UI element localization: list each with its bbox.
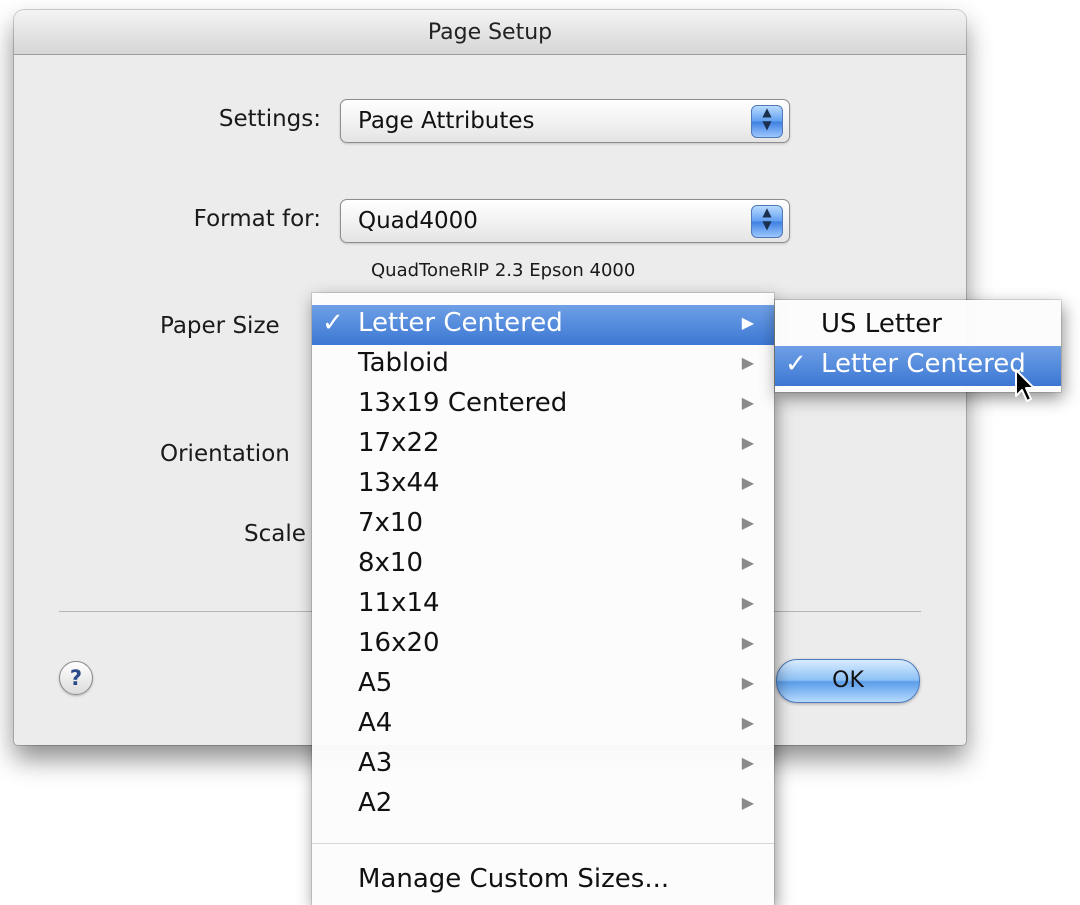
menu-item[interactable]: A4 ▶ <box>312 705 774 745</box>
menu-item[interactable]: 8x10 ▶ <box>312 545 774 585</box>
scale-label: Scale <box>244 521 306 547</box>
mouse-pointer-icon <box>1015 369 1035 402</box>
menu-item-label: 8x10 <box>358 548 424 578</box>
submenu-item-label: US Letter <box>821 309 942 339</box>
menu-item-label: Letter Centered <box>358 308 563 338</box>
menu-item[interactable]: 7x10 ▶ <box>312 505 774 545</box>
menu-item-label: A4 <box>358 708 393 738</box>
triangle-right-icon: ▶ <box>741 713 754 732</box>
menu-item[interactable]: 11x14 ▶ <box>312 585 774 625</box>
triangle-right-icon: ▶ <box>741 433 754 452</box>
paper-size-label: Paper Size <box>160 313 280 339</box>
menu-item[interactable]: ✓ Letter Centered ▶ <box>312 305 774 345</box>
triangle-right-icon: ▶ <box>741 753 754 772</box>
dialog-title: Page Setup <box>427 20 553 45</box>
triangle-right-icon: ▶ <box>741 793 754 812</box>
triangle-right-icon: ▶ <box>741 673 754 692</box>
menu-item[interactable]: A2 ▶ <box>312 785 774 825</box>
triangle-right-icon: ▶ <box>741 393 754 412</box>
format-for-popup-value: Quad4000 <box>358 208 478 234</box>
triangle-right-icon: ▶ <box>741 473 754 492</box>
menu-separator <box>312 843 774 844</box>
printer-description: QuadToneRIP 2.3 Epson 4000 <box>371 260 636 281</box>
menu-item[interactable]: 13x19 Centered ▶ <box>312 385 774 425</box>
menu-item[interactable]: A3 ▶ <box>312 745 774 785</box>
title-bar[interactable]: Page Setup <box>14 10 966 55</box>
triangle-right-icon: ▶ <box>741 553 754 572</box>
menu-item[interactable]: 16x20 ▶ <box>312 625 774 665</box>
submenu-item[interactable]: US Letter <box>775 306 1061 346</box>
settings-popup[interactable]: Page Attributes ▲ ▼ <box>340 99 790 143</box>
menu-item-label: 16x20 <box>358 628 440 658</box>
triangle-right-icon: ▶ <box>741 593 754 612</box>
orientation-label: Orientation <box>160 441 290 467</box>
menu-item[interactable]: 13x44 ▶ <box>312 465 774 505</box>
format-for-label: Format for: <box>193 206 321 232</box>
help-button[interactable]: ? <box>59 661 93 695</box>
ok-button[interactable]: OK <box>776 659 920 703</box>
menu-item-label: 13x19 Centered <box>358 388 568 418</box>
menu-item[interactable]: 17x22 ▶ <box>312 425 774 465</box>
menu-item[interactable]: Tabloid ▶ <box>312 345 774 385</box>
menu-item-label: Tabloid <box>358 348 449 378</box>
checkmark-icon: ✓ <box>322 308 344 338</box>
help-icon: ? <box>69 666 83 690</box>
triangle-right-icon: ▶ <box>741 513 754 532</box>
submenu-item-label: Letter Centered <box>821 349 1026 379</box>
menu-item-label: A3 <box>358 748 393 778</box>
menu-item-label: A5 <box>358 668 393 698</box>
manage-custom-sizes-item[interactable]: Manage Custom Sizes... <box>312 861 774 901</box>
triangle-right-icon: ▶ <box>741 633 754 652</box>
up-down-arrows-icon: ▲ ▼ <box>751 205 783 238</box>
settings-label: Settings: <box>218 106 321 132</box>
menu-item-label: A2 <box>358 788 393 818</box>
settings-popup-value: Page Attributes <box>358 108 535 134</box>
checkmark-icon: ✓ <box>785 349 807 379</box>
triangle-right-icon: ▶ <box>741 313 754 332</box>
format-for-popup[interactable]: Quad4000 ▲ ▼ <box>340 199 790 243</box>
screen: Page Setup Settings: Page Attributes ▲ ▼ … <box>0 0 1080 905</box>
menu-item-label: 17x22 <box>358 428 440 458</box>
menu-item-label: 13x44 <box>358 468 440 498</box>
menu-item-label: 11x14 <box>358 588 440 618</box>
menu-item-label: Manage Custom Sizes... <box>358 864 670 894</box>
menu-item[interactable]: A5 ▶ <box>312 665 774 705</box>
paper-size-menu: ✓ Letter Centered ▶ Tabloid ▶ 13x19 Centered ▶… <box>312 293 774 905</box>
up-down-arrows-icon: ▲ ▼ <box>751 105 783 138</box>
triangle-right-icon: ▶ <box>741 353 754 372</box>
menu-item-label: 7x10 <box>358 508 424 538</box>
